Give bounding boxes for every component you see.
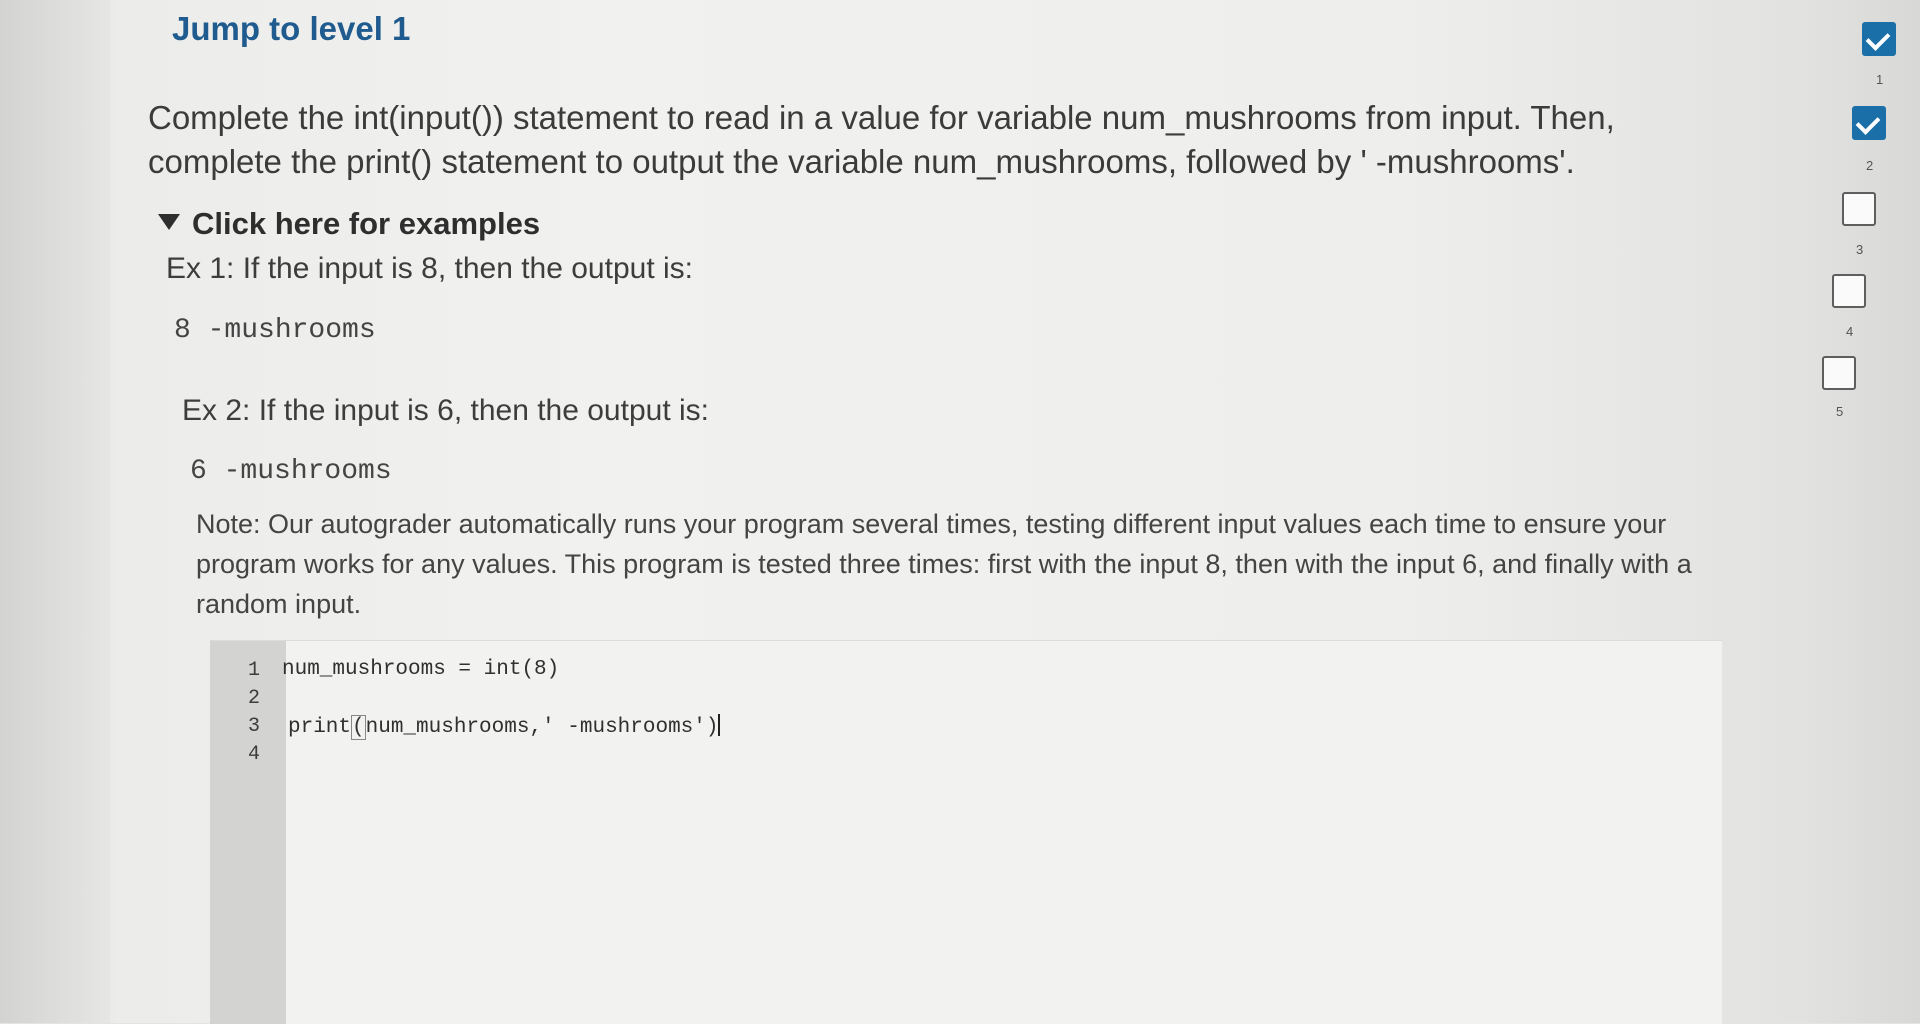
screen-bezel bbox=[0, 0, 110, 1023]
code-editor[interactable]: 1 2 3 4 num_mushrooms = int(8) print(num… bbox=[210, 640, 1722, 1024]
level-number: 2 bbox=[1866, 158, 1874, 173]
print-args: num_mushrooms,' -mushrooms') bbox=[365, 716, 719, 739]
example-1-label: Ex 1: If the input is 8, then the output… bbox=[166, 252, 693, 285]
level-4-checkbox[interactable] bbox=[1832, 274, 1866, 308]
line-number: 1 bbox=[248, 659, 261, 682]
examples-toggle[interactable]: Click here for examples bbox=[158, 206, 540, 242]
code-line-1[interactable]: num_mushrooms = int(8) bbox=[282, 658, 559, 681]
level-progress: 1 2 3 4 5 bbox=[1770, 0, 1920, 460]
level-5-checkbox[interactable] bbox=[1822, 356, 1856, 390]
level-number: 1 bbox=[1876, 72, 1884, 87]
instructions-text: Complete the int(input()) statement to r… bbox=[148, 99, 1615, 180]
line-number: 4 bbox=[248, 743, 261, 766]
level-number: 4 bbox=[1846, 324, 1854, 339]
example-1-output: 8 -mushrooms bbox=[174, 315, 376, 346]
example-2-label: Ex 2: If the input is 6, then the output… bbox=[182, 394, 709, 427]
autograder-note: Note: Our autograder automatically runs … bbox=[196, 509, 1692, 619]
line-number: 2 bbox=[248, 687, 261, 710]
level-3-checkbox[interactable] bbox=[1842, 192, 1876, 226]
examples-toggle-label: Click here for examples bbox=[192, 206, 541, 241]
example-2-output: 6 -mushrooms bbox=[190, 456, 392, 487]
jump-to-level-link[interactable]: Jump to level 1 bbox=[172, 10, 410, 48]
print-keyword: print bbox=[288, 716, 352, 739]
level-1-checkbox[interactable] bbox=[1862, 22, 1896, 56]
level-number: 3 bbox=[1856, 242, 1864, 257]
level-number: 5 bbox=[1836, 404, 1844, 419]
code-line-3[interactable]: print(num_mushrooms,' -mushrooms') bbox=[288, 714, 721, 740]
level-2-checkbox[interactable] bbox=[1852, 106, 1886, 140]
line-number-gutter: 1 2 3 4 bbox=[210, 641, 286, 1024]
line-number: 3 bbox=[248, 715, 261, 738]
text-cursor bbox=[718, 714, 721, 736]
triangle-down-icon bbox=[158, 214, 180, 230]
matched-paren: ( bbox=[351, 715, 366, 740]
